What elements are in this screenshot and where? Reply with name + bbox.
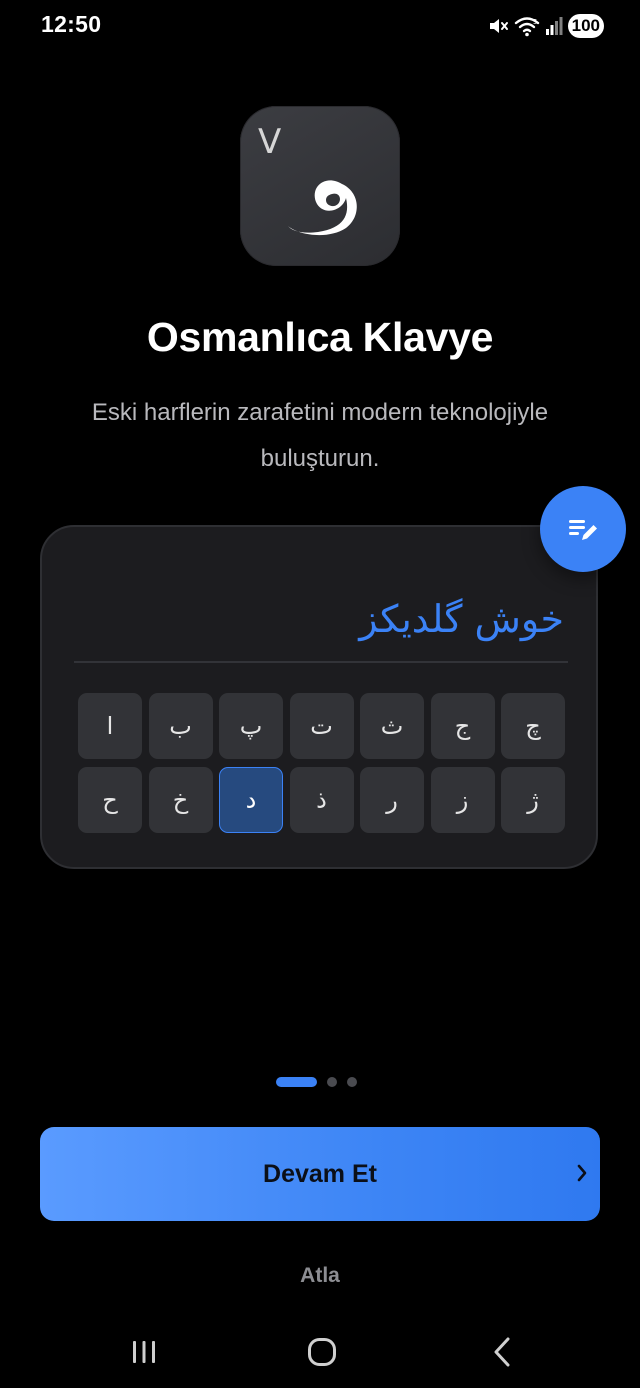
key[interactable]: پ <box>219 693 283 759</box>
key[interactable]: خ <box>148 767 213 833</box>
back-button[interactable] <box>478 1334 526 1370</box>
page-dot <box>347 1077 357 1087</box>
wifi-icon: 5 <box>514 15 540 37</box>
waw-letter-icon <box>288 180 357 236</box>
continue-label: Devam Et <box>263 1159 377 1188</box>
back-icon <box>494 1337 510 1367</box>
chevron-right-icon <box>577 1164 587 1182</box>
key[interactable]: ژ <box>501 767 565 833</box>
recent-apps-button[interactable] <box>120 1334 168 1370</box>
key[interactable]: ث <box>360 693 424 759</box>
page-dot <box>327 1077 337 1087</box>
page-indicator <box>276 1076 357 1088</box>
key[interactable]: ت <box>289 693 354 759</box>
divider <box>74 661 568 663</box>
key[interactable]: ا <box>78 693 142 759</box>
edit-fab-button[interactable] <box>540 486 626 572</box>
keyboard-keys: ا ب پ ت ث ج چ ح خ د ذ ر ز ژ <box>78 693 566 833</box>
keyboard-preview-card: خوش گلدیکز ا ب پ ت ث ج چ ح خ د ذ ر ز ژ <box>40 525 598 869</box>
home-icon <box>308 1338 336 1366</box>
navigation-bar <box>0 1320 640 1388</box>
key[interactable]: ح <box>78 767 142 833</box>
signal-icon <box>545 16 563 36</box>
app-logo: V <box>240 106 400 266</box>
svg-text:5: 5 <box>533 18 537 26</box>
key[interactable]: ذ <box>289 767 354 833</box>
battery-icon: 100 <box>567 14 604 38</box>
home-button[interactable] <box>298 1334 346 1370</box>
preview-text: خوش گلدیکز <box>359 597 564 641</box>
page-subtitle: Eski harflerin zarafetini modern teknolo… <box>91 399 549 472</box>
key[interactable]: ز <box>430 767 495 833</box>
edit-note-icon <box>569 520 597 540</box>
onboarding-screen: 12:50 5 100 V Osmanlıca Klavye Eski harf… <box>0 0 640 1388</box>
skip-link[interactable]: Atla <box>0 1264 640 1288</box>
key[interactable]: ب <box>148 693 213 759</box>
key[interactable]: چ <box>501 693 565 759</box>
key[interactable]: ر <box>360 767 424 833</box>
page-title: Osmanlıca Klavye <box>146 314 494 360</box>
mute-icon <box>487 15 509 37</box>
active-key[interactable]: د <box>219 767 283 833</box>
status-time: 12:50 <box>41 11 102 37</box>
page-dot-active <box>276 1077 317 1087</box>
continue-button[interactable]: Devam Et <box>40 1127 600 1221</box>
status-icons: 5 100 <box>487 12 604 40</box>
key[interactable]: ج <box>430 693 495 759</box>
status-bar: 12:50 5 100 <box>0 0 640 50</box>
recent-apps-icon <box>133 1341 155 1363</box>
